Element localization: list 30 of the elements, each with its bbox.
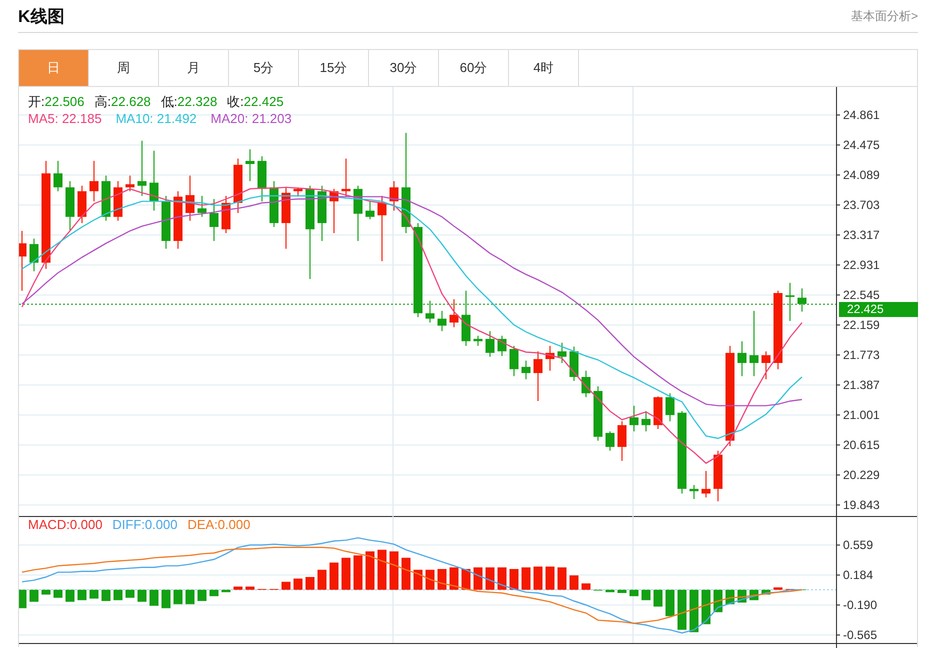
moving-average-legend-item: MA5: 22.185 (28, 111, 102, 126)
price-axis-label: 23.703 (843, 198, 880, 212)
moving-average-legend-item: MA10: 21.492 (116, 111, 197, 126)
price-axis-label: 19.843 (843, 498, 880, 512)
price-legend-item: 低:22.328 (160, 93, 218, 111)
page-title: K线图 (18, 6, 64, 28)
moving-average-legend-item: MA20: 21.203 (210, 111, 292, 126)
price-axis-label: 24.089 (843, 168, 880, 182)
current-price-label: 22.425 (839, 302, 918, 318)
price-axis-label: 23.317 (843, 228, 880, 242)
macd-legend-item: MACD:0.000 (28, 517, 102, 532)
price-axis-label: 20.229 (843, 468, 880, 482)
macd-axis-label: -0.565 (843, 628, 878, 642)
price-axis-label: 24.475 (843, 138, 880, 152)
price-axis-label: 20.615 (843, 438, 880, 452)
price-axis-label: 21.773 (843, 348, 880, 362)
price-legend-item: 高:22.628 (94, 93, 151, 111)
price-axis-label: 22.931 (843, 258, 880, 272)
macd-axis-label: 0.559 (843, 538, 874, 552)
price-axis-label: 21.387 (843, 378, 880, 392)
price-legend-item: 收:22.425 (227, 93, 284, 111)
macd-axis-label: 0.184 (843, 568, 874, 582)
price-axis-label: 21.001 (843, 408, 880, 422)
price-axis-label: 24.861 (843, 108, 880, 122)
macd-legend-item: DIFF:0.000 (112, 517, 178, 532)
macd-legend-item: DEA:0.000 (187, 517, 250, 532)
price-axis-label: 22.159 (843, 318, 880, 332)
price-axis-label: 22.545 (843, 288, 880, 302)
price-legend-item: 开:22.506 (28, 93, 84, 111)
macd-axis-label: -0.190 (843, 598, 878, 612)
